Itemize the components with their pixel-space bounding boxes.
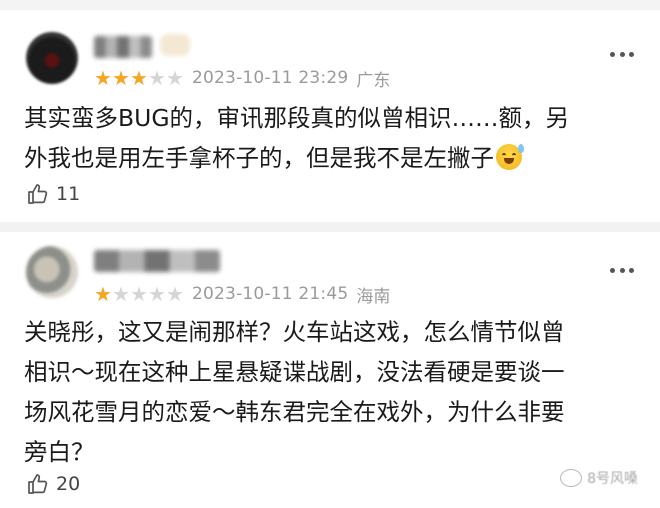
star-icon: ★: [166, 282, 184, 306]
user-badge-icon: [160, 34, 190, 56]
more-options-icon[interactable]: [610, 266, 634, 274]
star-icon: ★: [166, 66, 184, 90]
star-icon: ★: [94, 66, 112, 90]
star-rating: ★ ★ ★ ★ ★: [94, 68, 184, 88]
comment-text: 关晓彤，这又是闹那样？火车站这戏，怎么情节似曾 相识～现在这种上星悬疑谍战剧，没…: [24, 312, 634, 472]
wechat-icon: [560, 469, 583, 487]
username-blurred[interactable]: [94, 250, 220, 272]
comment-meta: ★ ★ ★ ★ ★ 2023-10-11 21:45 海南: [94, 284, 391, 307]
avatar[interactable]: [26, 32, 78, 84]
comment-text-segment: 外我也是用左手拿杯子的，但是我不是左撇子: [24, 144, 494, 172]
watermark: 8号风嗓: [560, 468, 638, 488]
comment-text-line: 关晓彤，这又是闹那样？火车站这戏，怎么情节似曾: [24, 318, 565, 346]
comment-text-line: 旁白？: [24, 438, 95, 466]
comment-divider: [0, 222, 660, 232]
thumbs-up-icon: [28, 184, 48, 204]
comment-text-line: 其实蛮多BUG的，审讯那段真的似曾相识……额，另: [24, 104, 570, 132]
location: 海南: [356, 286, 391, 307]
timestamp: 2023-10-11 21:45: [192, 284, 349, 304]
like-button[interactable]: 11: [26, 180, 80, 208]
avatar[interactable]: [26, 246, 78, 298]
comment-text-line: 相识～现在这种上星悬疑谍战剧，没法看硬是要谈一: [24, 358, 565, 386]
comment-text-line: 场风花雪月的恋爱～韩东君完全在戏外，为什么非要: [24, 398, 565, 426]
comment-text: 其实蛮多BUG的，审讯那段真的似曾相识……额，另 外我也是用左手拿杯子的，但是我…: [24, 98, 634, 178]
timestamp: 2023-10-11 23:29: [192, 68, 349, 88]
star-icon: ★: [148, 66, 166, 90]
star-icon: ★: [94, 282, 112, 306]
star-icon: ★: [112, 66, 130, 90]
like-count: 11: [56, 183, 81, 205]
location: 广东: [356, 70, 391, 91]
thumbs-up-icon: [28, 474, 48, 494]
sweat-smile-icon: [496, 144, 524, 170]
top-separator: [0, 0, 660, 10]
star-icon: ★: [112, 282, 130, 306]
watermark-text: 8号风嗓: [587, 471, 638, 487]
star-rating: ★ ★ ★ ★ ★: [94, 284, 184, 304]
star-icon: ★: [148, 282, 166, 306]
like-count: 20: [56, 473, 81, 495]
more-options-icon[interactable]: [610, 50, 634, 58]
star-icon: ★: [130, 66, 148, 90]
like-button[interactable]: 20: [26, 470, 80, 498]
star-icon: ★: [130, 282, 148, 306]
username-blurred[interactable]: [94, 36, 152, 58]
comment-meta: ★ ★ ★ ★ ★ 2023-10-11 23:29 广东: [94, 68, 391, 91]
comment-text-line: 外我也是用左手拿杯子的，但是我不是左撇子: [24, 138, 634, 178]
